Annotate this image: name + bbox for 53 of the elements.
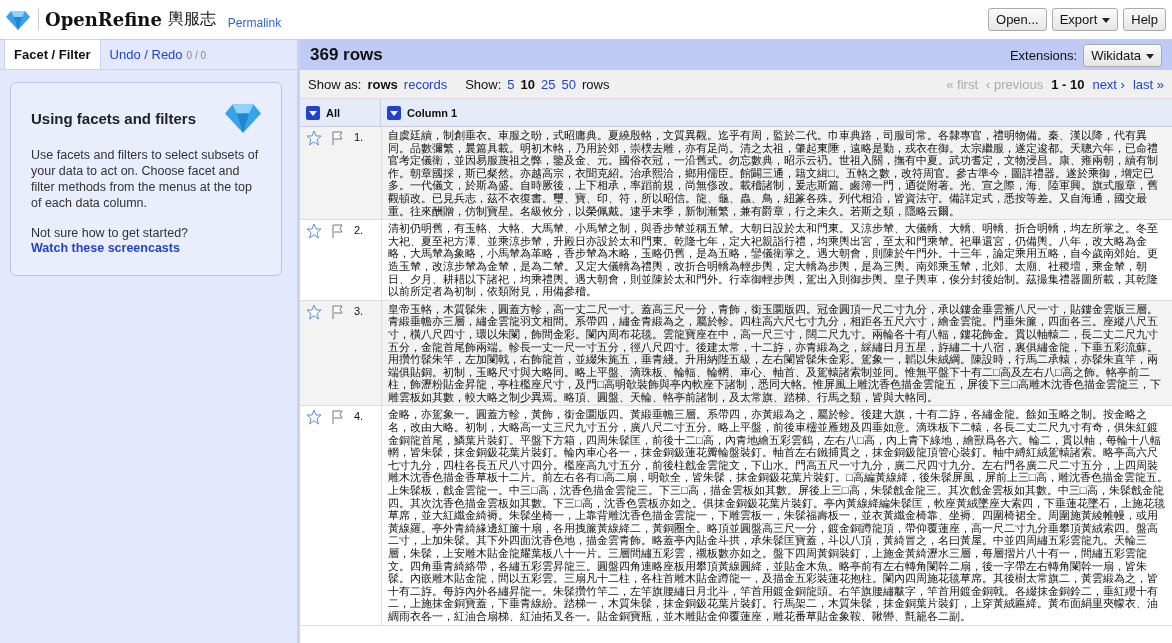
row-number: 2.	[354, 224, 364, 237]
rows-label: rows	[581, 76, 610, 92]
app-logo: OpenRefine	[38, 9, 162, 30]
flag-icon[interactable]	[330, 303, 346, 320]
pager-link[interactable]: next ›	[1092, 76, 1125, 92]
column-header[interactable]: Column 1	[381, 99, 464, 126]
dropdown-icon[interactable]	[306, 105, 320, 120]
extensions-button[interactable]: Wikidata	[1083, 43, 1162, 67]
column-header[interactable]: All	[300, 99, 381, 126]
show-label: Show:	[465, 76, 502, 92]
screencasts-link[interactable]: Watch these screencasts	[31, 241, 261, 255]
page-size-link[interactable]: 50	[561, 76, 576, 92]
page-range: 1 - 10	[1051, 76, 1085, 92]
header-button[interactable]: Open...	[988, 8, 1047, 31]
diamond-logo-icon	[6, 9, 30, 30]
flag-icon[interactable]	[330, 130, 346, 146]
caret-icon	[1146, 53, 1154, 59]
caret-icon	[1102, 18, 1111, 24]
page-size-link[interactable]: 10	[520, 76, 536, 92]
flag-icon[interactable]	[330, 223, 346, 240]
star-icon[interactable]	[306, 223, 322, 240]
row-number: 1.	[354, 131, 364, 143]
project-name: 輿服志	[167, 9, 216, 29]
page-size-link[interactable]: 25	[541, 76, 556, 92]
view-mode-link[interactable]: rows	[367, 76, 398, 92]
page-size-link[interactable]: 5	[507, 76, 515, 92]
permalink-link[interactable]: Permalink	[227, 15, 282, 30]
row-count: 369 rows	[310, 45, 383, 65]
help-text: Use facets and filters to select subsets of your data to act on. Choose facet and filter methods from the menus at the top of each data column.	[31, 147, 260, 211]
extensions-label: Extensions:	[1009, 47, 1078, 63]
column-title: All	[326, 106, 341, 119]
dropdown-icon[interactable]	[387, 105, 401, 120]
table-cell-text: 皇帝玉輅，木質髹朱，圓蓋方軫，高一丈二尺一寸。蓋高三尺一分，青飾，銜玉圜版四。冠金圓頂一尺二寸九分，承以鏤金垂雲簷八尺一寸，貼鏤金雲版三層。青緞垂幨亦三層，繡金雲龍羽文相間。系帶四，繡金青緞為之，屬於軫。四柱高六尺七寸九分，相距各五尺六寸，繪金雲龍。門垂朱簾，四面各三。座縱八尺五寸，橫八尺四寸，環以朱闌，飾間金彩。闌內周布花毯。雲龍寶座在中，高一尺三寸，闊二尺九寸。兩輪各十有八輻，鏤花飾金。貫以軸轅二，長二丈二尺九寸五分，金龍首尾飾兩端。軫長一丈一尺一寸五分，徑八尺四寸。後建太常，十二斿，亦青緞為之，綵繡日月五星，斿繡二十八宿，裏俱繡金龍，下垂五彩流蘇。用攢竹髹朱竿，左加闌戟，右飾龍首，並綴朱旄五，垂青綫。升用納陛五級，左右闌皆髹朱金彩。駕象一，韜以朱絨綱。陳設時，行馬二承轅，亦髹朱直竿，兩端俱貼銅。初制，玉略尺寸與大略同。略上平盤、滴珠板、輪輻、輪輞、車心、軸首、及駕轅諸索制並同。惟無平盤下十有二□高及左右八□高之飾。輅亭前二柱，飾瀝粉貼金昇龍，亭柱檻座尺寸，及門□高明欹裝飾與亭內軟座下諸制，悉同大輅。惟屏風上雕沈香色描金雲龍五，屏後下三□高雕木沈香色描金雲龍三，下雕雲板如其數，較大略之制少異焉。略頂、圓盤、天輪、輅亭前諸制，及太常旗、踏梯、行馬之類，皆與大輅同。	[387, 301, 1162, 405]
row-number: 4.	[354, 410, 364, 423]
panel-tab[interactable]: Facet / Filter	[4, 39, 101, 69]
column-title: Column 1	[407, 106, 458, 119]
star-icon[interactable]	[306, 409, 322, 426]
header-button[interactable]: Export	[1051, 8, 1119, 31]
table-cell-text: 自虞廷續，制創垂衣。車服之昐，式昭庸典。夏繞殷輅，文質異觀。迄乎有周，監於二代。巾車典路，司服司常。各隸專官，禮明物備。秦、漢以降，代有異同。品數彌繁，曩篇具載。明初木輅，乃用於郊，崇樸去雕，亦有足尚。清之太祖，肇起東陲，遠略是勤，戎衣在御。太宗繼服，遂定逡都。天聰六年，已命禮官考定儀衛，並因易服蔑祖之弊，鑒及金、元。國俗衣冠，一沿舊式。勿忘數典，昭示云礽。世祖入關，撫有中夏。武功耆定，文物浸昌。康、雍兩朝，續有制作。朝章國採，斯已粲然。亦越高宗，衣聞克紹。治承熙洽，鄉用儒臣。館闢三通，籍文緝□。五輅之數，改符周官。參古準今，圖詳禮器。遂於乘御，增定已多。一代儀文，於斯為盛。自時厥後，上下相承，率蹈前規，尚無俢改。載稽諸制，爰志斯篇。鹵簿一門，迺從附著。光、宣之際，海、陸軍興。旗式服章，舊觀頓改。已見兵志，茲不衣復書。璽、寶、印、符，所以昭信。龍、龜、蟲、鳥，紐篆各殊。列代相沿，皆資法守。備詳定式，悉按等差。又自海通，國交最重。往來酬贈，仿制寶星。名級攸分，以榮佩戴。逮乎末季，新制漸繁，兼有爵章，行之未久。若斯之類，隱略云爾。	[387, 128, 1159, 219]
help-title: Using facets and filters	[31, 109, 197, 127]
row-number: 3.	[354, 304, 364, 317]
panel-tab[interactable]: Undo / Redo 0 / 0	[100, 40, 216, 69]
diamond-icon	[225, 103, 261, 133]
star-icon[interactable]	[306, 130, 322, 146]
pager-link[interactable]: last »	[1132, 76, 1164, 92]
help-question: Not sure how to get started?	[31, 225, 190, 241]
table-cell-text: 金略，亦駕象一。圓蓋方軫，黃飾，銜金圜版四。黃緞垂幨三層。系帶四，亦黃緞為之，屬於軫。後建大旗，十有二斿，各繡金龍。餘如玉略之制。按金略之名，改由大略。初制，大略高一丈三尺九寸五分，廣八尺二寸五分。略上平盤，前後車欞並雁翅及四垂如意。滴珠板下二轅，各長二丈二尺九寸有奇，俱朱紅鍍金銅龍首尾，鱗葉片裝釘。平盤下方箱，四周朱髹匡，前後十二□高，內青地繪五彩雲鶴，左右八□高，內上青下綠地，繪獸爲各六。輪二，貫以軸，每輪十八輻輞，皆朱髹，抹金銅鈒花葉片裝釘。輪內車心各一，抹金銅鈒蓮花瓣輪盤裝釘。軸首左右鐵捕貫之，抹金銅鈒龍頂管心裝釘。軸中縛紅絨駕轅諸索。略亭高六尺七寸九分，四柱各長五尺八寸四分。檻座高九寸五分，前後柱戧金雲龍文，下山水。門高五尺一寸九分，廣二尺四寸九分。左右門各廣二尺二寸五分，上四周裝雕木沈香色描金香草板十二片。前左右各有□高二扇，明欹全，皆朱髹，抹金銅鈒花葉片裝釘。□高編黃線絳，後朱髹屏風，屏前上三□高，雕沈香色描金雲龍五。上朱髹板，戧金雲龍一。中三□高，沈香色描金雲龍三。下三□高，描金雲板如其數。屏後上三□高，朱髹戧金龍三。其次戧金雲板如其數。中三□高，朱髹戧金龍四。其次沈香色描金雲板如其數。下三□高，沈香色雲板亦如之。俱抹金銅鈒花葉片裝釘。亭內黃線絳編朱髹匡，軟座黃絨墜座大索四，下垂蓮花墜石，上施花毯草席，並大紅纖金綺褥。朱髹坐椅一，上靠背雕沈香色描金雲龍一，下雕雲板一，朱髹福壽板一，並衣黃纖金椅靠、坐褥、四圍椅裙全。周圍施黃綾帷幔，或用黃線羅。亭外青綺緣邊紅簾十扇，各用拽簾黃線絳二，黃銅圈全。略頂並圓盤高三尺一分，鍍金銅蹲龍頂，帶仰覆蓮座，高一尺二寸九分垂攀頂黃絨索四。盤高二寸，上加朱髹。其下外四面沈香色地，描金雲青飾。略蓋亭內貼金斗拱，承朱髹匡寶蓋，斗以八頂，黃綺冒之，名曰黃屋。中並四周繡五彩雲龍九。天輪三層，朱髹，上安雕木貼金龍耀葉板八十一片。三層間繡五彩雲，襯板數亦如之。盤下四周黃銅裝釘，上施金黃綺瀝水三層，每層摺片八十有一，間繡五彩雲龍文。四角垂青綺絡帶，各繡五彩雲昇龍三。圓盤四角連略座板用攀頂黃線圓絳，並貼金木魚。略亭前有左右轉角闌幹二扇，後一字帶左右轉角闌幹一扇，皆朱髹。內嵌雕木貼金龍，間以五彩雲。三扇凡十二柱，各柱首雕木貼金蹲龍一，及描金五彩裝蓮花抱柱。闌內四周施花毯草席。其後樹太常旗二，黃雲緞為之，皆十有二斿。每斿內外各繡昇龍一。朱髹攢竹竿二，左竿旗腰繡日月北斗，竿首用鍍金銅龍頭。右竿旗腰繡黻字，竿首用鍍金銅戟。各綴抹金銅鈴二，垂紅纓十有二，上施抹金銅寶蓋，下垂青線紛。踏梯一，木質朱髹，抹金銅鈒花葉片裝釘。行馬架二，木質朱髹，抹金銅葉片裝釘，上穿黃絨匾絳。黃布面絹里夾幪衣、油綢雨衣各一，紅油合扇梯、紅油拓叉各一。貼金銅寶瓶，並木雕貼金仰覆蓮座，雕花番草貼金象鞍、鞦轡、氈籠各二副。	[387, 407, 1169, 624]
show-as-label: Show as:	[308, 76, 362, 92]
table-cell-text: 清初仍明舊，有玉輅、大輅、大馬輦、小馬輦之制，與香步輦並稱五輦。大朝日設於太和門東。又涼步輦、大儀轎、大轎、明轎、折合明轎，均左所掌之。冬至大祀、夏至祀方澤、並乘涼步輦，升殿日亦設於太和門東。乾隆七年，定大祀親詣行禮，均乘輿出宮，至太和門乘輦。祀畢還宮，仍備輿。八年，改大略為金略，大馬輦為象略，小馬輦為革略，香步輦為木略，玉略仍舊，是為五略，鑾儀衛掌之。遇大朝會，則陳於午門外。十三年，論定乘用五略，自今歲南郊始。更造玉輦，改涼步輦為金輦，是為二輦。又定大儀轎為禮輿，改折合明轎為輕步輿，定大轎為步輿，是為三輿。南郊乘玉輦，北郊、太廟、社稷壇，乘金輦，朝日、夕月、耕耤以下諸祀，均乘禮輿。遇大朝會，則並陳於太和門外。行幸御輕步輿，駕出入則御步輿。皇子輿車，俟分封後始制。茲撮集禮器圖所載，其乾隆以前所定者為初制，依類附見，用備參稽。	[387, 221, 1159, 300]
header-button[interactable]: Help	[1123, 8, 1166, 31]
star-icon[interactable]	[306, 303, 322, 320]
flag-icon[interactable]	[330, 409, 346, 426]
view-mode-link[interactable]: records	[403, 76, 448, 92]
